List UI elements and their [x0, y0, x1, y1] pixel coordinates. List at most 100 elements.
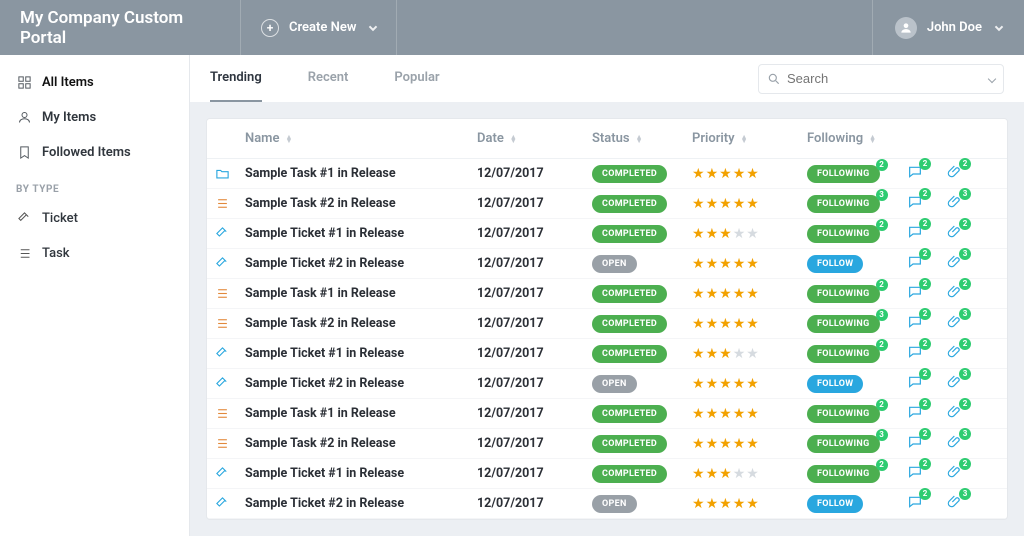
row-name: Sample Ticket #2 in Release [245, 376, 477, 391]
row-comments[interactable]: 2 [907, 254, 947, 274]
table-row[interactable]: Sample Task #2 in Release12/07/2017COMPL… [207, 189, 1007, 219]
row-comments[interactable]: 2 [907, 464, 947, 484]
follow-badge[interactable]: FOLLOWING [807, 345, 880, 363]
table-row[interactable]: Sample Task #1 in Release12/07/2017COMPL… [207, 279, 1007, 309]
table-row[interactable]: Sample Task #1 in Release12/07/2017COMPL… [207, 159, 1007, 189]
table-row[interactable]: Sample Ticket #1 in Release12/07/2017COM… [207, 219, 1007, 249]
sort-icon: ▲▼ [285, 135, 292, 143]
attach-count-badge: 2 [959, 158, 971, 170]
follow-badge[interactable]: FOLLOWING [807, 435, 880, 453]
row-type-icon [215, 466, 245, 481]
row-attachments[interactable]: 2 [947, 284, 987, 304]
sidebar-item-label: Task [42, 246, 70, 261]
table-header: Name▲▼ Date▲▼ Status▲▼ Priority▲▼ Follow… [207, 119, 1007, 159]
tab-popular[interactable]: Popular [394, 55, 439, 102]
comments-count-badge: 2 [919, 248, 931, 260]
follow-button[interactable]: FOLLOW [807, 255, 863, 273]
follow-badge[interactable]: FOLLOWING [807, 225, 880, 243]
follow-badge[interactable]: FOLLOWING [807, 315, 880, 333]
follow-button[interactable]: FOLLOW [807, 495, 863, 513]
row-status: COMPLETED [592, 315, 692, 333]
follow-badge[interactable]: FOLLOWING [807, 285, 880, 303]
row-following: FOLLOWING2 [807, 405, 907, 423]
row-comments[interactable]: 2 [907, 434, 947, 454]
row-type-icon [215, 286, 245, 301]
row-type-icon [215, 196, 245, 211]
row-priority: ★★★★★ [692, 196, 807, 212]
row-attachments[interactable]: 2 [947, 164, 987, 184]
col-priority[interactable]: Priority▲▼ [692, 131, 807, 146]
row-type-icon [215, 166, 245, 181]
table-row[interactable]: Sample Ticket #2 in Release12/07/2017OPE… [207, 369, 1007, 399]
table-row[interactable]: Sample Ticket #1 in Release12/07/2017COM… [207, 459, 1007, 489]
search-input[interactable] [787, 71, 983, 86]
row-attachments[interactable]: 2 [947, 224, 987, 244]
row-comments[interactable]: 2 [907, 404, 947, 424]
col-following[interactable]: Following▲▼ [807, 131, 907, 146]
status-badge: OPEN [592, 255, 637, 273]
table-row[interactable]: Sample Task #1 in Release12/07/2017COMPL… [207, 399, 1007, 429]
avatar-icon [895, 17, 917, 39]
row-attachments[interactable]: 3 [947, 194, 987, 214]
create-new-label: Create New [289, 20, 356, 35]
create-new-button[interactable]: + Create New [240, 0, 397, 55]
row-comments[interactable]: 2 [907, 194, 947, 214]
table-row[interactable]: Sample Task #2 in Release12/07/2017COMPL… [207, 429, 1007, 459]
tab-trending[interactable]: Trending [210, 55, 262, 102]
status-badge: COMPLETED [592, 405, 667, 423]
attach-count-badge: 2 [959, 218, 971, 230]
row-date: 12/07/2017 [477, 346, 592, 361]
row-attachments[interactable]: 2 [947, 464, 987, 484]
comments-count-badge: 2 [919, 308, 931, 320]
search-icon [767, 72, 781, 86]
status-badge: COMPLETED [592, 435, 667, 453]
row-date: 12/07/2017 [477, 436, 592, 451]
sidebar-item-ticket[interactable]: Ticket [0, 201, 189, 236]
row-comments[interactable]: 2 [907, 494, 947, 514]
row-priority: ★★★★★ [692, 256, 807, 272]
follow-badge[interactable]: FOLLOWING [807, 465, 880, 483]
sidebar-item-all[interactable]: All Items [0, 65, 189, 100]
row-date: 12/07/2017 [477, 466, 592, 481]
user-menu[interactable]: John Doe [872, 0, 1024, 55]
row-comments[interactable]: 2 [907, 224, 947, 244]
follow-count-badge: 2 [876, 279, 888, 291]
row-attachments[interactable]: 2 [947, 344, 987, 364]
row-attachments[interactable]: 3 [947, 254, 987, 274]
row-attachments[interactable]: 2 [947, 404, 987, 424]
row-attachments[interactable]: 3 [947, 434, 987, 454]
table-row[interactable]: Sample Ticket #2 in Release12/07/2017OPE… [207, 249, 1007, 279]
row-comments[interactable]: 2 [907, 344, 947, 364]
main: Trending Recent Popular Name▲▼ Date▲▼ St… [190, 55, 1024, 536]
search-box[interactable] [758, 64, 1004, 94]
user-name: John Doe [927, 20, 982, 35]
sidebar-item-my[interactable]: My Items [0, 100, 189, 135]
sidebar-section: BY TYPE [0, 170, 189, 201]
row-comments[interactable]: 2 [907, 164, 947, 184]
follow-button[interactable]: FOLLOW [807, 375, 863, 393]
table-row[interactable]: Sample Ticket #2 in Release12/07/2017OPE… [207, 489, 1007, 519]
table-row[interactable]: Sample Task #2 in Release12/07/2017COMPL… [207, 309, 1007, 339]
row-comments[interactable]: 2 [907, 284, 947, 304]
sidebar-item-followed[interactable]: Followed Items [0, 135, 189, 170]
col-status[interactable]: Status▲▼ [592, 131, 692, 146]
bookmark-icon [16, 145, 32, 160]
row-name: Sample Task #2 in Release [245, 316, 477, 331]
status-badge: COMPLETED [592, 345, 667, 363]
table-row[interactable]: Sample Ticket #1 in Release12/07/2017COM… [207, 339, 1007, 369]
row-attachments[interactable]: 3 [947, 494, 987, 514]
row-comments[interactable]: 2 [907, 374, 947, 394]
status-badge: OPEN [592, 495, 637, 513]
col-date[interactable]: Date▲▼ [477, 131, 592, 146]
row-attachments[interactable]: 3 [947, 374, 987, 394]
row-attachments[interactable]: 3 [947, 314, 987, 334]
follow-badge[interactable]: FOLLOWING [807, 195, 880, 213]
sort-icon: ▲▼ [636, 135, 643, 143]
col-name[interactable]: Name▲▼ [245, 131, 477, 146]
sidebar-item-task[interactable]: Task [0, 236, 189, 271]
follow-badge[interactable]: FOLLOWING [807, 165, 880, 183]
row-comments[interactable]: 2 [907, 314, 947, 334]
tab-recent[interactable]: Recent [308, 55, 349, 102]
row-name: Sample Ticket #2 in Release [245, 496, 477, 511]
follow-badge[interactable]: FOLLOWING [807, 405, 880, 423]
